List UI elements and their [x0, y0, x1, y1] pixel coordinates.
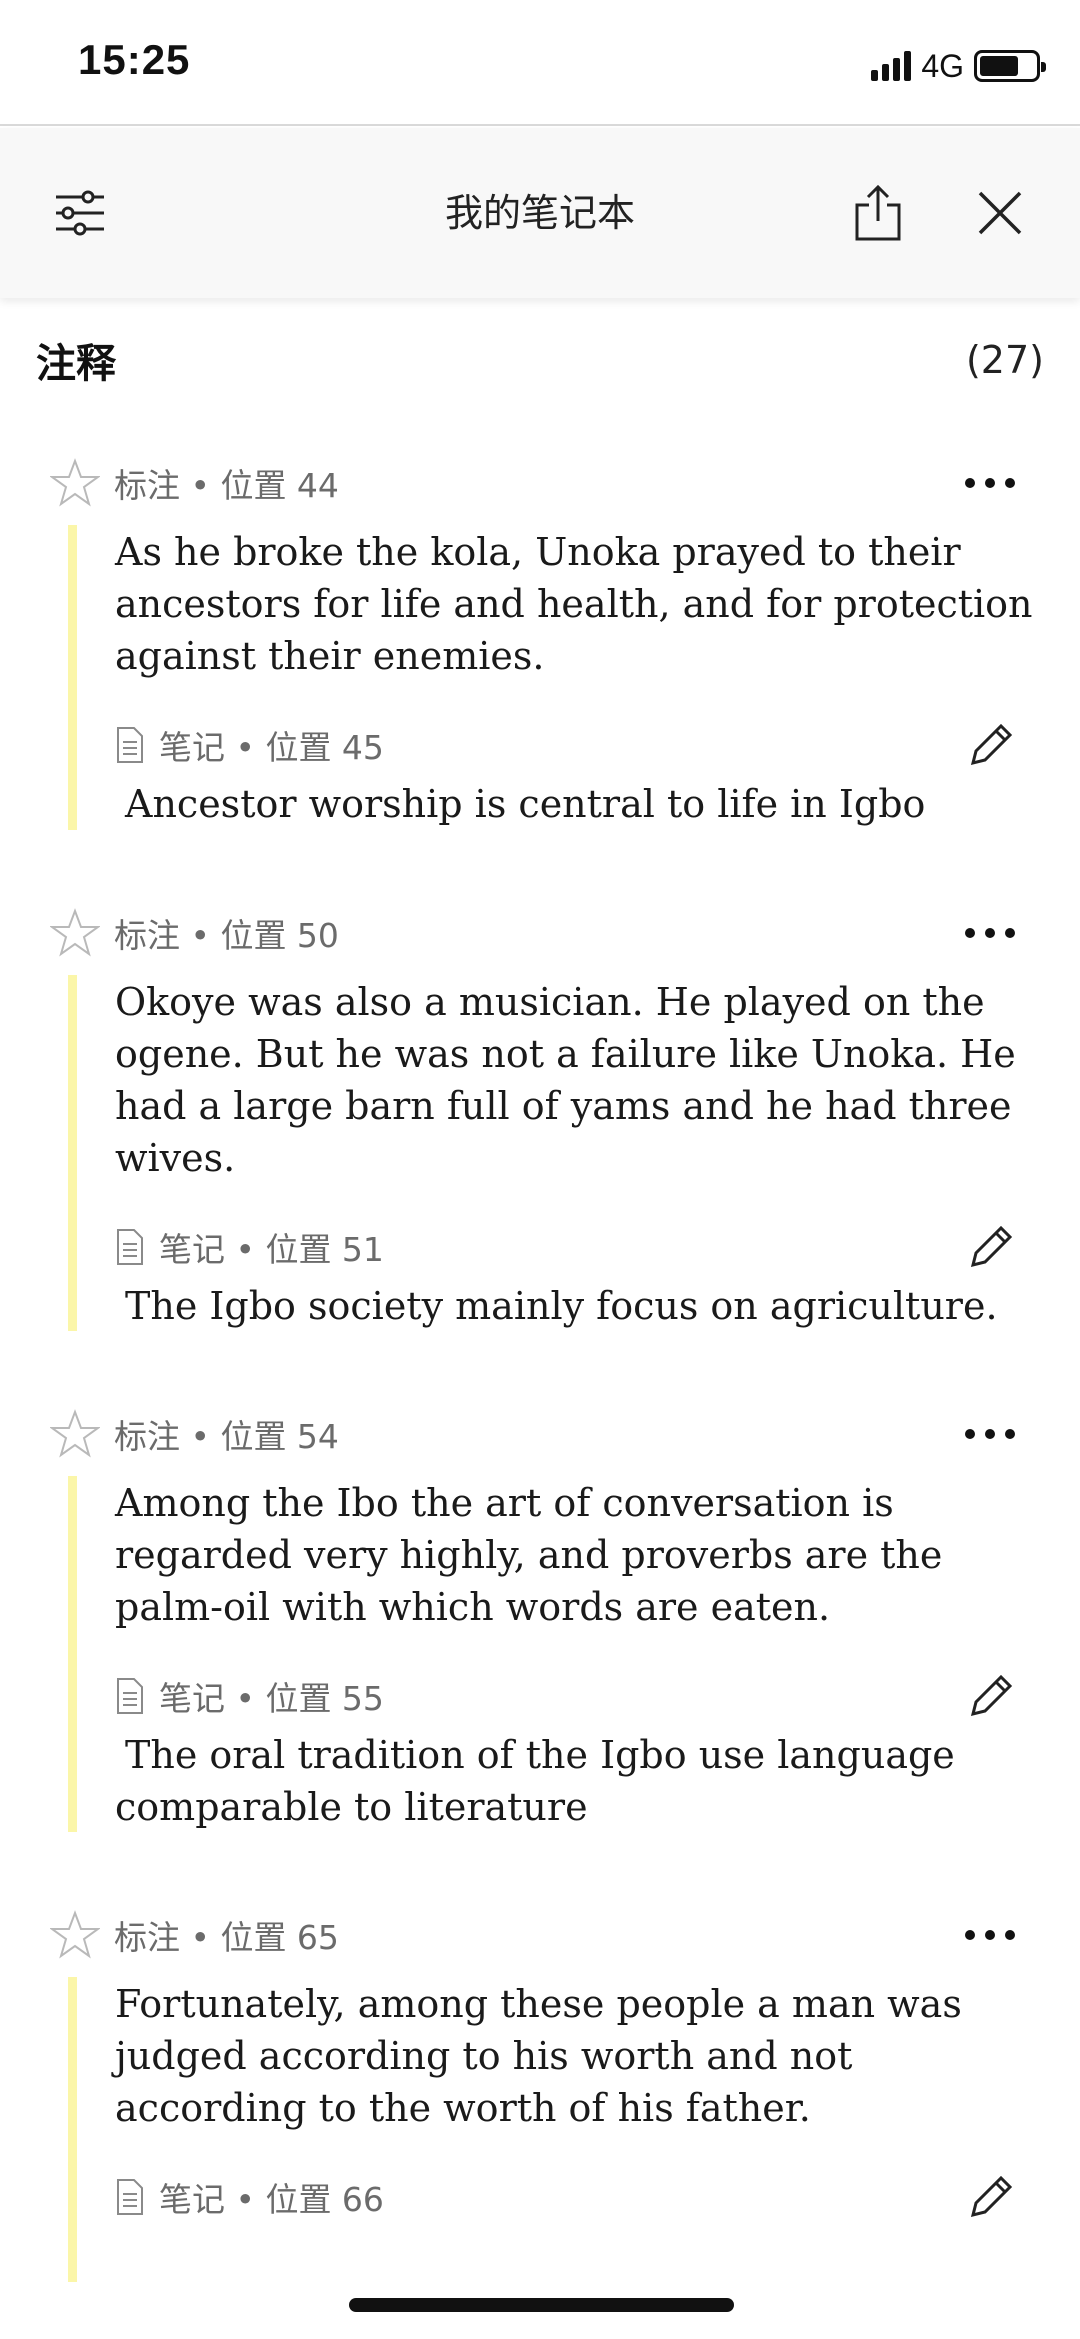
- highlight-meta: 标注 • 位置 44: [50, 453, 339, 513]
- note-meta: 笔记 • 位置 45: [115, 720, 384, 770]
- note-text: The oral tradition of the Igbo use langu…: [115, 1733, 955, 1829]
- pencil-icon: [970, 723, 1013, 766]
- highlight-location: 标注 • 位置 54: [114, 1417, 339, 1456]
- top-bar: 我的笔记本: [0, 128, 1080, 298]
- network-type: 4G: [921, 47, 964, 84]
- edit-note-button[interactable]: [960, 1218, 1020, 1278]
- highlight-bar: [68, 975, 77, 1331]
- more-options-button[interactable]: [950, 1409, 1030, 1459]
- annotation-count: (27): [965, 338, 1044, 382]
- note-location: 笔记 • 位置 66: [159, 2180, 384, 2219]
- page-title: 我的笔记本: [444, 191, 635, 235]
- highlight-text: Fortunately, among these people a man wa…: [115, 1982, 962, 2130]
- pencil-icon: [970, 2175, 1013, 2218]
- section-title: 注释: [36, 341, 116, 387]
- highlight-bar: [68, 525, 77, 830]
- star-icon[interactable]: [50, 908, 100, 958]
- highlight-meta: 标注 • 位置 50: [50, 903, 339, 963]
- highlight-text: Okoye was also a musician. He played on …: [115, 980, 1016, 1180]
- document-icon: [117, 2179, 143, 2215]
- battery-icon: [974, 50, 1046, 82]
- highlight-text: As he broke the kola, Unoka prayed to th…: [115, 530, 1033, 678]
- note-location: 笔记 • 位置 45: [159, 728, 384, 767]
- pencil-icon: [970, 1225, 1013, 1268]
- highlight-bar: [68, 1977, 77, 2282]
- highlight-meta: 标注 • 位置 54: [50, 1404, 339, 1464]
- highlight-location: 标注 • 位置 65: [114, 1918, 339, 1957]
- note-meta: 笔记 • 位置 66: [115, 2172, 384, 2222]
- edit-note-button[interactable]: [960, 2168, 1020, 2228]
- share-button[interactable]: [843, 178, 913, 248]
- edit-note-button[interactable]: [960, 716, 1020, 776]
- status-bar: 15:25 4G: [0, 0, 1080, 126]
- status-time: 15:25: [78, 36, 191, 83]
- share-icon: [855, 184, 901, 241]
- document-icon: [117, 727, 143, 763]
- note-location: 笔记 • 位置 51: [159, 1230, 384, 1269]
- more-options-button[interactable]: [950, 908, 1030, 958]
- close-button[interactable]: [965, 178, 1035, 248]
- note-text: The Igbo society mainly focus on agricul…: [125, 1284, 998, 1328]
- note-meta: 笔记 • 位置 51: [115, 1222, 384, 1272]
- note-meta: 笔记 • 位置 55: [115, 1671, 384, 1721]
- pencil-icon: [970, 1674, 1013, 1717]
- highlight-meta: 标注 • 位置 65: [50, 1905, 339, 1965]
- edit-note-button[interactable]: [960, 1667, 1020, 1727]
- close-icon: [978, 191, 1022, 235]
- sliders-icon: [56, 190, 104, 236]
- more-options-button[interactable]: [950, 1910, 1030, 1960]
- star-icon[interactable]: [50, 1910, 100, 1960]
- highlight-text: Among the Ibo the art of conversation is…: [115, 1481, 943, 1629]
- status-indicators: 4G: [871, 46, 1046, 86]
- document-icon: [117, 1229, 143, 1265]
- highlight-location: 标注 • 位置 50: [114, 916, 339, 955]
- filter-button[interactable]: [45, 178, 115, 248]
- document-icon: [117, 1678, 143, 1714]
- highlight-bar: [68, 1476, 77, 1832]
- note-location: 笔记 • 位置 55: [159, 1679, 384, 1718]
- section-header: 注释 (27): [36, 330, 1044, 390]
- signal-icon: [871, 51, 912, 81]
- star-icon[interactable]: [50, 1409, 100, 1459]
- note-text: Ancestor worship is central to life in I…: [125, 782, 926, 826]
- highlight-location: 标注 • 位置 44: [114, 466, 339, 505]
- home-indicator[interactable]: [349, 2298, 734, 2312]
- star-icon[interactable]: [50, 458, 100, 508]
- more-options-button[interactable]: [950, 458, 1030, 508]
